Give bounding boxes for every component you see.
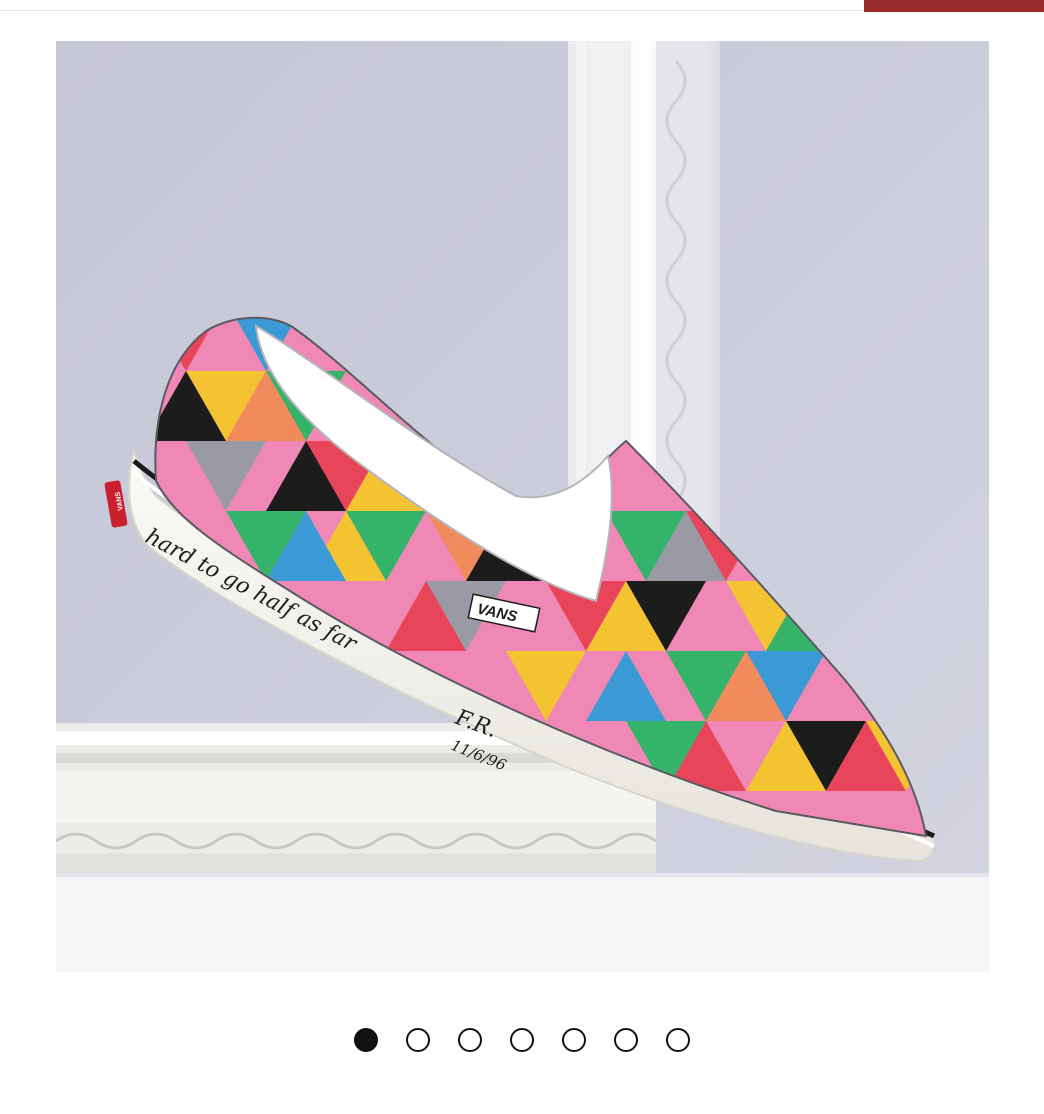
gallery-pagination xyxy=(0,1028,1044,1058)
header-divider xyxy=(0,10,864,11)
gallery-dot-4[interactable] xyxy=(510,1028,534,1052)
gallery-dot-6[interactable] xyxy=(614,1028,638,1052)
gallery-dot-2[interactable] xyxy=(406,1028,430,1052)
table-surface xyxy=(56,873,989,972)
product-image: VANS VANS hard to go half as far F.R. 11… xyxy=(56,41,989,972)
gallery-dot-7[interactable] xyxy=(666,1028,690,1052)
gallery-dot-1[interactable] xyxy=(354,1028,378,1052)
product-image-gallery[interactable]: VANS VANS hard to go half as far F.R. 11… xyxy=(56,41,989,972)
header-accent-bar xyxy=(864,0,1044,12)
gallery-dot-3[interactable] xyxy=(458,1028,482,1052)
gallery-dot-5[interactable] xyxy=(562,1028,586,1052)
